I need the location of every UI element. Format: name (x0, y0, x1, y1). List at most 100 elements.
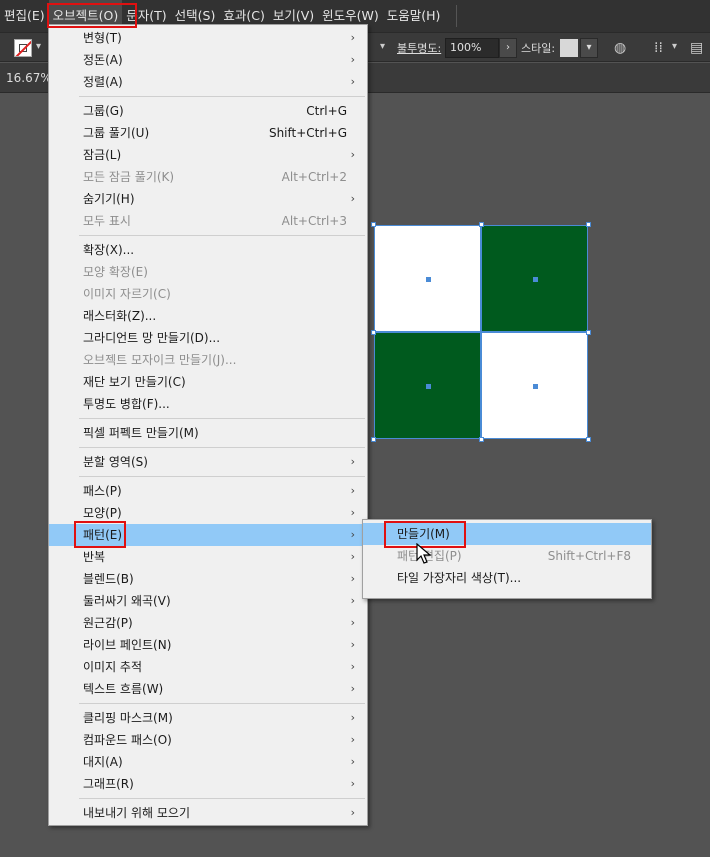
chevron-down-icon[interactable]: ▾ (380, 41, 385, 52)
menu-item-오브젝트-모자이크-만들기: 오브젝트 모자이크 만들기(J)... (49, 349, 367, 371)
chevron-right-icon: › (350, 53, 355, 66)
menu-item-label: 픽셀 퍼펙트 만들기(M) (83, 426, 199, 440)
menu-item-정돈[interactable]: 정돈(A) › (49, 49, 367, 71)
menu-item-패턴[interactable]: 패턴(E) › (49, 524, 367, 546)
menu-item-label: 분할 영역(S) (83, 455, 148, 469)
menu-item-숨기기[interactable]: 숨기기(H) › (49, 188, 367, 210)
menubar-divider (456, 5, 458, 27)
center-point (532, 383, 538, 389)
opacity-arrow-button[interactable]: › (499, 38, 517, 58)
menu-item-그룹-풀기[interactable]: 그룹 풀기(U) Shift+Ctrl+G (49, 122, 367, 144)
menu-item-label: 패스(P) (83, 484, 122, 498)
menu-item-정렬[interactable]: 정렬(A) › (49, 71, 367, 93)
chevron-right-icon: › (350, 733, 355, 746)
menu-item-래스터화[interactable]: 래스터화(Z)... (49, 305, 367, 327)
menu-item-shortcut: Ctrl+G (306, 104, 347, 118)
menu-item-label: 확장(X)... (83, 243, 135, 257)
menu-item-label: 그룹(G) (83, 104, 124, 118)
opacity-input[interactable]: 100% (445, 38, 499, 58)
menu-separator (79, 476, 365, 477)
bbox-handle[interactable] (371, 437, 376, 442)
stroke-inner-icon (19, 44, 27, 52)
chevron-right-icon: › (350, 755, 355, 768)
bbox-handle[interactable] (479, 222, 484, 227)
menu-item-재단-보기-만들기[interactable]: 재단 보기 만들기(C) (49, 371, 367, 393)
checker-artwork[interactable] (371, 222, 591, 442)
menu-item-내보내기-위해-모으기[interactable]: 내보내기 위해 모으기 › (49, 802, 367, 824)
chevron-right-icon: › (350, 594, 355, 607)
menu-item-대지[interactable]: 대지(A) › (49, 751, 367, 773)
menu-item-클리핑-마스크[interactable]: 클리핑 마스크(M) › (49, 707, 367, 729)
chevron-right-icon: › (350, 806, 355, 819)
green-square-bottom-left[interactable] (374, 332, 481, 439)
style-dropdown-button[interactable]: ▾ (580, 38, 598, 58)
menu-item-label: 둘러싸기 왜곡(V) (83, 594, 171, 608)
stroke-swatch[interactable] (14, 39, 32, 57)
menu-item-그룹[interactable]: 그룹(G) Ctrl+G (49, 100, 367, 122)
align-grid-icon[interactable]: ⁞⁞ (654, 40, 663, 56)
bbox-handle[interactable] (586, 330, 591, 335)
menu-item-잠금[interactable]: 잠금(L) › (49, 144, 367, 166)
menu-item-반복[interactable]: 반복 › (49, 546, 367, 568)
bbox-handle[interactable] (586, 437, 591, 442)
chevron-right-icon: › (350, 528, 355, 541)
menu-separator (79, 798, 365, 799)
menu-item-분할-영역[interactable]: 분할 영역(S) › (49, 451, 367, 473)
menu-item-변형[interactable]: 변형(T) › (49, 27, 367, 49)
bbox-handle[interactable] (586, 222, 591, 227)
menu-item-label: 변형(T) (83, 31, 122, 45)
menu-item-투명도-병합[interactable]: 투명도 병합(F)... (49, 393, 367, 415)
chevron-right-icon: › (350, 711, 355, 724)
menu-item-label: 래스터화(Z)... (83, 309, 157, 323)
green-square-top-right[interactable] (481, 225, 588, 332)
menu-item-label: 투명도 병합(F)... (83, 397, 170, 411)
menu-edit[interactable]: 편집(E) (0, 0, 49, 32)
chevron-right-icon: › (350, 682, 355, 695)
menu-item-블렌드[interactable]: 블렌드(B) › (49, 568, 367, 590)
menu-item-원근감[interactable]: 원근감(P) › (49, 612, 367, 634)
recolor-icon[interactable]: ◍ (614, 40, 626, 56)
menu-item-label: 내보내기 위해 모으기 (83, 806, 190, 820)
submenu-item-타일-가장자리-색상[interactable]: 타일 가장자리 색상(T)... (363, 567, 651, 589)
bbox-handle[interactable] (371, 330, 376, 335)
menu-item-컴파운드-패스[interactable]: 컴파운드 패스(O) › (49, 729, 367, 751)
center-point (532, 276, 538, 282)
submenu-item-label: 타일 가장자리 색상(T)... (397, 571, 522, 585)
menu-item-둘러싸기-왜곡[interactable]: 둘러싸기 왜곡(V) › (49, 590, 367, 612)
menu-item-label: 컴파운드 패스(O) (83, 733, 172, 747)
menu-item-shortcut: Alt+Ctrl+2 (281, 170, 347, 184)
menu-item-모두-표시: 모두 표시 Alt+Ctrl+3 (49, 210, 367, 232)
menu-separator (79, 235, 365, 236)
menu-item-이미지-추적[interactable]: 이미지 추적 › (49, 656, 367, 678)
bbox-handle[interactable] (479, 437, 484, 442)
menu-item-모양-확장: 모양 확장(E) (49, 261, 367, 283)
opacity-label[interactable]: 불투명도: (397, 40, 441, 56)
menu-help[interactable]: 도움말(H) (383, 0, 445, 32)
menu-separator (79, 418, 365, 419)
submenu-item-만들기[interactable]: 만들기(M) (363, 523, 651, 545)
menu-item-label: 대지(A) (83, 755, 123, 769)
graphic-style-swatch[interactable] (560, 39, 578, 57)
menu-item-이미지-자르기: 이미지 자르기(C) (49, 283, 367, 305)
menu-item-확장[interactable]: 확장(X)... (49, 239, 367, 261)
chevron-down-icon[interactable]: ▾ (36, 41, 41, 52)
chevron-down-icon[interactable]: ▾ (672, 41, 677, 52)
menu-item-그래프[interactable]: 그래프(R) › (49, 773, 367, 795)
bbox-handle[interactable] (371, 222, 376, 227)
white-square-bottom-right[interactable] (481, 332, 588, 439)
menu-item-label: 모든 잠금 풀기(K) (83, 170, 175, 184)
chevron-right-icon: › (350, 31, 355, 44)
menu-item-라이브-페인트[interactable]: 라이브 페인트(N) › (49, 634, 367, 656)
align-left-icon[interactable]: ▤ (690, 40, 703, 56)
menu-item-모든-잠금-풀기: 모든 잠금 풀기(K) Alt+Ctrl+2 (49, 166, 367, 188)
mouse-cursor-icon (416, 543, 432, 564)
menu-item-픽셀-퍼펙트-만들기[interactable]: 픽셀 퍼펙트 만들기(M) (49, 422, 367, 444)
menu-separator (79, 703, 365, 704)
menu-item-패스[interactable]: 패스(P) › (49, 480, 367, 502)
menu-item-label: 숨기기(H) (83, 192, 135, 206)
menu-item-그라디언트-망-만들기[interactable]: 그라디언트 망 만들기(D)... (49, 327, 367, 349)
menu-item-label: 블렌드(B) (83, 572, 134, 586)
white-square-top-left[interactable] (374, 225, 481, 332)
menu-item-모양[interactable]: 모양(P) › (49, 502, 367, 524)
menu-item-텍스트-흐름[interactable]: 텍스트 흐름(W) › (49, 678, 367, 700)
